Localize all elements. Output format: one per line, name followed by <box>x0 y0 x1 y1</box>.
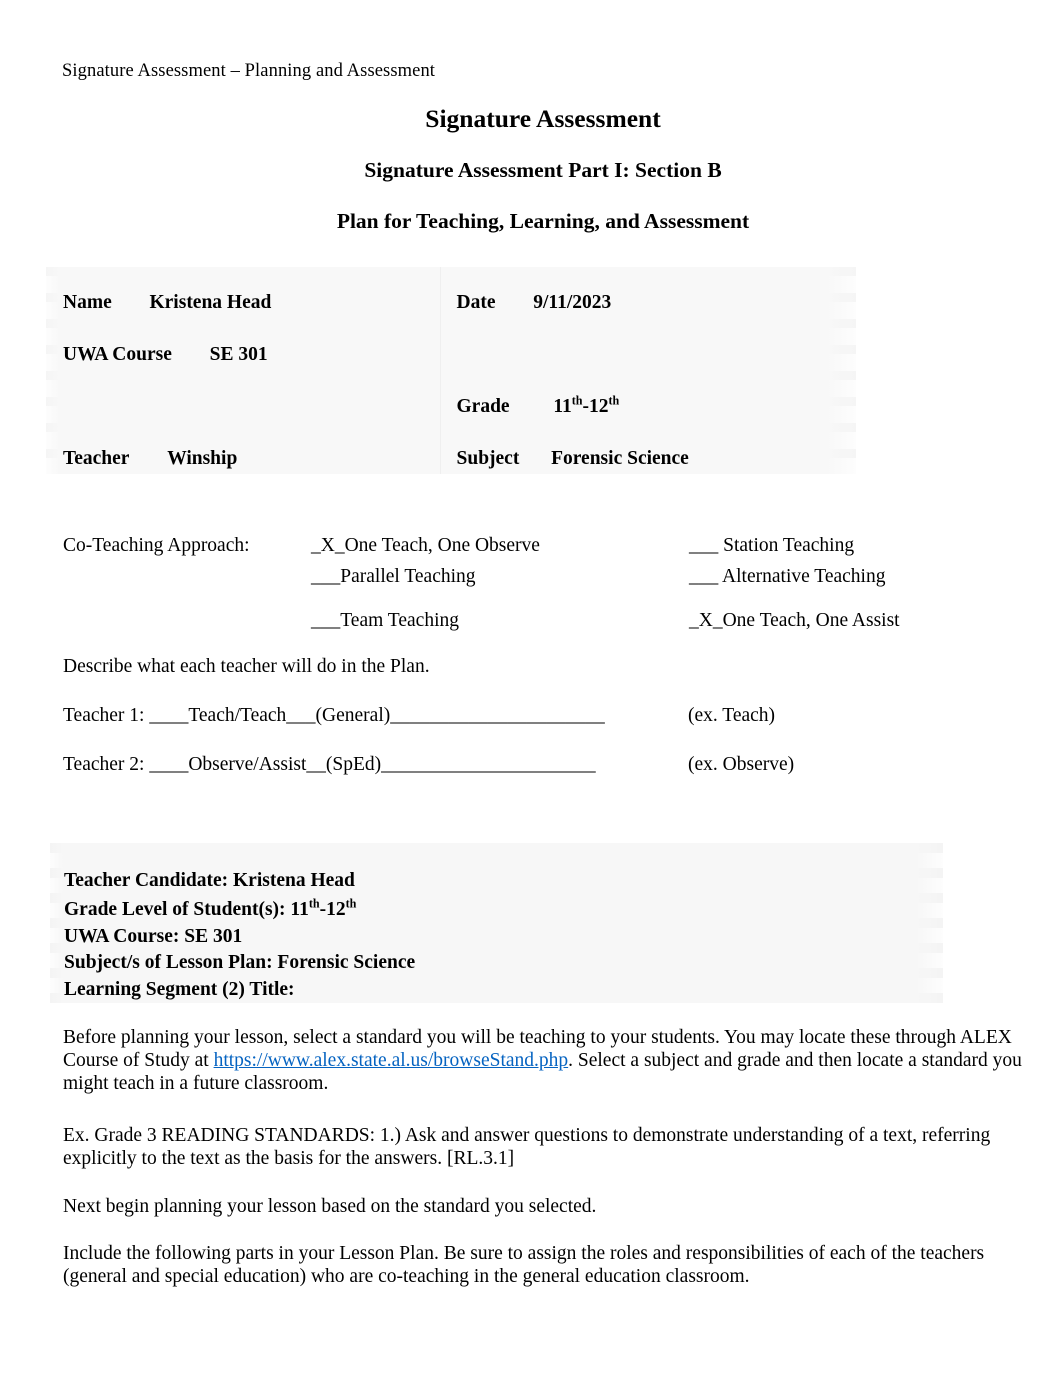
student-info-table: Name Kristena Head Date 9/11/2023 UWA Co… <box>46 267 856 474</box>
learning-segment-title-line: Learning Segment (2) Title: <box>64 978 295 1000</box>
subject-label: Subject <box>456 447 520 469</box>
alex-course-of-study-link[interactable]: https://www.alex.state.al.us/browseStand… <box>214 1050 569 1071</box>
name-label: Name <box>63 292 112 314</box>
coteaching-option-one-teach-one-observe[interactable]: _X_One Teach, One Observe <box>311 536 689 556</box>
uwa-course-value: SE 301 <box>209 344 268 365</box>
teacher-candidate-box: Teacher Candidate: Kristena Head Grade L… <box>50 843 943 1003</box>
page-subtitle-part: Signature Assessment Part I: Section B <box>364 157 722 182</box>
date-label: Date <box>456 292 496 314</box>
teacher-candidate-details: Teacher Candidate: Kristena Head Grade L… <box>64 871 415 999</box>
grade-level-superscript-2: th <box>345 896 357 911</box>
info-cell-name: Name Kristena Head <box>46 267 440 319</box>
instructions-paragraph-4: Include the following parts in your Less… <box>63 1243 985 1287</box>
instructions-paragraph-3: Next begin planning your lesson based on… <box>63 1196 597 1217</box>
name-value: Kristena Head <box>149 292 272 314</box>
teacher-candidate-name: Teacher Candidate: Kristena Head <box>64 870 355 891</box>
uwa-course-label: UWA Course <box>63 344 172 365</box>
teacher1-example-hint: (ex. Teach) <box>688 705 776 726</box>
coteaching-option-station-teaching[interactable]: ___ Station Teaching <box>689 536 1043 556</box>
coteaching-option-parallel-teaching[interactable]: ___Parallel Teaching <box>311 566 689 587</box>
coteaching-approach-label: Co-Teaching Approach: <box>63 535 250 556</box>
title-block: Signature Assessment Signature Assessmen… <box>62 106 1024 233</box>
grade-level-of-students: Grade Level of Student(s): 11th-12th <box>64 896 357 920</box>
info-cell-teacher: Teacher Winship <box>46 422 440 474</box>
teacher2-row: Teacher 2: ____Observe/Assist__(SpEd)___… <box>63 755 1023 775</box>
grade-label: Grade <box>456 395 510 417</box>
info-cell-subject: Subject Forensic Science <box>439 422 856 474</box>
grade-level-superscript-1: th <box>308 896 320 911</box>
teacher-value: Winship <box>167 447 238 469</box>
info-cell-grade: Grade 11th-12th <box>439 370 856 423</box>
info-cell-empty-2 <box>46 371 440 423</box>
coteaching-option-alternative-teaching[interactable]: ___ Alternative Teaching <box>689 566 1043 587</box>
grade-superscript-1: th <box>571 393 583 408</box>
document-page: Signature Assessment – Planning and Asse… <box>0 0 1062 1377</box>
describe-prompt: Describe what each teacher will do in th… <box>63 656 430 677</box>
table-row: Teacher Winship Subject Forensic Science <box>46 422 856 474</box>
page-title: Signature Assessment <box>425 104 661 133</box>
uwa-course-line: UWA Course: SE 301 <box>64 925 243 947</box>
teacher2-example-hint: (ex. Observe) <box>688 754 795 775</box>
info-cell-date: Date 9/11/2023 <box>439 267 856 319</box>
table-row: Name Kristena Head Date 9/11/2023 <box>46 267 856 319</box>
table-row: UWA Course SE 301 <box>46 318 856 371</box>
info-cell-empty-1 <box>439 318 856 371</box>
subject-of-lesson-plan-line: Subject/s of Lesson Plan: Forensic Scien… <box>64 952 416 973</box>
coteaching-option-team-teaching[interactable]: ___Team Teaching <box>311 611 689 631</box>
instructions-paragraph-1: Before planning your lesson, select a st… <box>63 1026 1025 1095</box>
teacher1-row: Teacher 1: ____Teach/Teach___(General)__… <box>63 706 1023 726</box>
date-value: 9/11/2023 <box>533 292 612 314</box>
teacher-label: Teacher <box>63 447 130 469</box>
grade-value: 11th-12th <box>553 393 620 417</box>
teacher2-input-line[interactable]: Teacher 2: ____Observe/Assist__(SpEd)___… <box>63 754 596 775</box>
page-subtitle-plan: Plan for Teaching, Learning, and Assessm… <box>336 209 750 233</box>
info-cell-uwa-course: UWA Course SE 301 <box>46 319 440 371</box>
coteaching-approach-section: Co-Teaching Approach: _X_One Teach, One … <box>63 536 1043 631</box>
teacher1-input-line[interactable]: Teacher 1: ____Teach/Teach___(General)__… <box>63 705 605 726</box>
table-row: Grade 11th-12th <box>46 370 856 423</box>
instructions-paragraph-2: Ex. Grade 3 READING STANDARDS: 1.) Ask a… <box>63 1125 991 1169</box>
grade-superscript-2: th <box>608 393 620 408</box>
coteaching-option-one-teach-one-assist[interactable]: _X_One Teach, One Assist <box>689 611 1043 631</box>
subject-value: Forensic Science <box>551 447 689 469</box>
running-header: Signature Assessment – Planning and Asse… <box>62 61 436 81</box>
